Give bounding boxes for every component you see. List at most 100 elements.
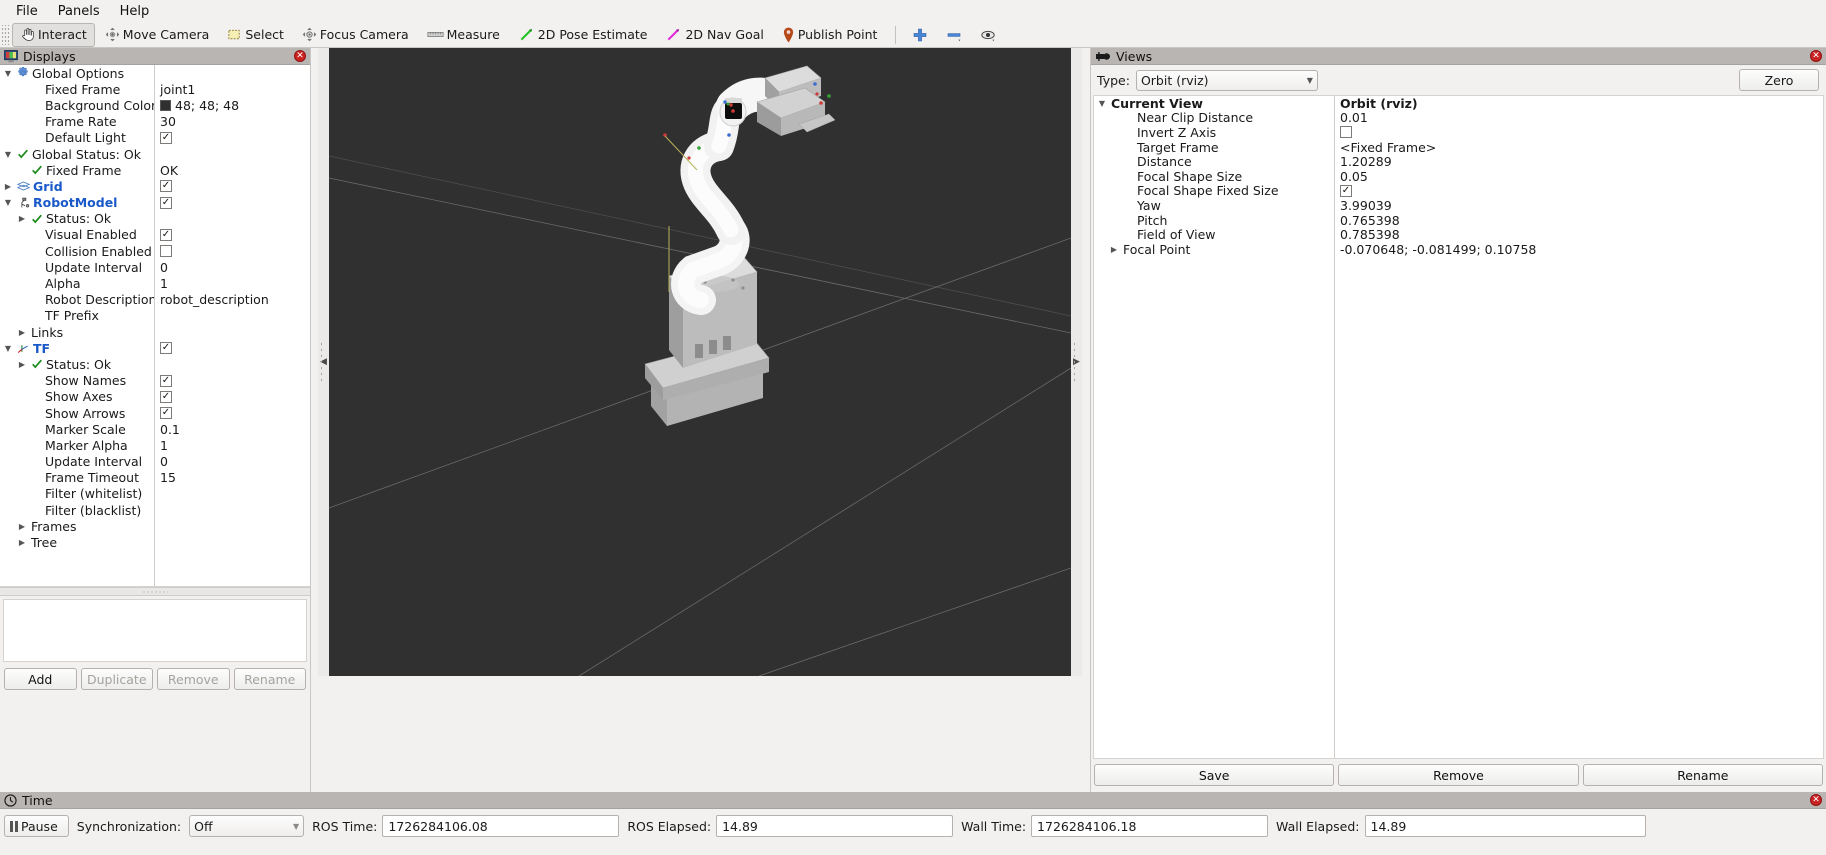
pause-button[interactable]: Pause bbox=[4, 815, 69, 837]
chevron-right-icon[interactable]: ▶ bbox=[16, 538, 28, 547]
checkbox[interactable]: ✓ bbox=[160, 131, 172, 144]
checkbox[interactable]: ✓ bbox=[160, 180, 172, 193]
3d-viewport[interactable] bbox=[329, 48, 1071, 676]
tool-remove-panel[interactable] bbox=[938, 23, 970, 47]
display-property-row[interactable]: Collision Enabled bbox=[0, 243, 310, 259]
display-property-row[interactable]: Default Light ✓ bbox=[0, 130, 310, 146]
display-property-row[interactable]: Update Interval 0 bbox=[0, 454, 310, 470]
checkbox[interactable]: ✓ bbox=[160, 374, 172, 387]
display-property-row[interactable]: ▶ Frames bbox=[0, 518, 310, 534]
chevron-right-icon[interactable]: ▶ bbox=[16, 328, 28, 337]
close-icon[interactable]: ✕ bbox=[1810, 50, 1822, 62]
display-property-row[interactable]: Show Arrows ✓ bbox=[0, 405, 310, 421]
view-property-value-cell[interactable]: 0.05 bbox=[1334, 169, 1368, 184]
display-property-row[interactable]: Marker Alpha 1 bbox=[0, 437, 310, 453]
chevron-down-icon[interactable]: ▼ bbox=[2, 150, 14, 159]
add-button[interactable]: Add bbox=[4, 668, 77, 690]
display-property-row[interactable]: ▶ Links bbox=[0, 324, 310, 340]
tool-add-panel[interactable] bbox=[904, 23, 936, 47]
chevron-down-icon[interactable]: ▼ bbox=[2, 198, 14, 207]
view-property-row[interactable]: Target Frame <Fixed Frame> bbox=[1094, 140, 1823, 155]
chevron-right-icon[interactable]: ▶ bbox=[2, 182, 14, 191]
views-save-button[interactable]: Save bbox=[1094, 764, 1335, 786]
checkbox[interactable] bbox=[160, 245, 172, 258]
time-field-input[interactable]: 1726284106.08 bbox=[382, 815, 620, 837]
property-value-cell[interactable]: robot_description bbox=[154, 292, 269, 307]
display-property-row[interactable]: Show Names ✓ bbox=[0, 373, 310, 389]
checkbox[interactable]: ✓ bbox=[160, 342, 172, 355]
view-property-row[interactable]: Focal Shape Fixed Size ✓ bbox=[1094, 183, 1823, 198]
right-dock-collapse-handle[interactable]: ▶ bbox=[1071, 48, 1082, 676]
display-property-row[interactable]: Marker Scale 0.1 bbox=[0, 421, 310, 437]
tool-move-camera[interactable]: Move Camera bbox=[97, 23, 218, 47]
property-value-cell[interactable]: ✓ bbox=[154, 180, 172, 193]
close-icon[interactable]: ✕ bbox=[294, 50, 306, 62]
tool-visibility-panel[interactable] bbox=[972, 23, 1004, 47]
chevron-right-icon[interactable]: ▶ bbox=[16, 214, 28, 223]
display-property-row[interactable]: ▼ Global Status: Ok bbox=[0, 146, 310, 162]
display-property-row[interactable]: TF Prefix bbox=[0, 308, 310, 324]
view-property-row[interactable]: Focal Shape Size 0.05 bbox=[1094, 169, 1823, 184]
checkbox[interactable]: ✓ bbox=[160, 407, 172, 420]
menu-item-file[interactable]: File bbox=[6, 2, 48, 21]
property-value-cell[interactable]: ✓ bbox=[154, 374, 172, 387]
checkbox[interactable]: ✓ bbox=[1340, 184, 1352, 197]
menu-item-panels[interactable]: Panels bbox=[48, 2, 110, 21]
display-property-row[interactable]: ▶ Status: Ok bbox=[0, 211, 310, 227]
property-value-cell[interactable]: ✓ bbox=[154, 342, 172, 355]
property-value-cell[interactable]: 1 bbox=[154, 276, 168, 291]
displays-column-separator[interactable] bbox=[154, 65, 155, 586]
tool-interact[interactable]: Interact bbox=[12, 22, 95, 47]
property-value-cell[interactable]: 1 bbox=[154, 438, 168, 453]
left-dock-collapse-handle[interactable]: ◀ bbox=[318, 48, 329, 676]
display-property-row[interactable]: ▼ RobotModel ✓ bbox=[0, 195, 310, 211]
property-value-cell[interactable]: joint1 bbox=[154, 82, 195, 97]
property-value-cell[interactable]: ✓ bbox=[154, 228, 172, 241]
property-value-cell[interactable]: ✓ bbox=[154, 390, 172, 403]
display-property-row[interactable]: ▼ Global Options bbox=[0, 65, 310, 81]
view-property-value-cell[interactable]: 0.01 bbox=[1334, 110, 1368, 125]
tool-2d-nav-goal[interactable]: 2D Nav Goal bbox=[657, 23, 771, 47]
time-field-input[interactable]: 14.89 bbox=[716, 815, 954, 837]
view-property-value-cell[interactable]: 0.765398 bbox=[1334, 213, 1400, 228]
time-field-input[interactable]: 14.89 bbox=[1364, 815, 1646, 837]
property-value-cell[interactable] bbox=[154, 245, 172, 258]
property-value-cell[interactable]: ✓ bbox=[154, 131, 172, 144]
property-value-cell[interactable]: ✓ bbox=[154, 407, 172, 420]
close-icon[interactable]: ✕ bbox=[1810, 794, 1822, 806]
tool-select[interactable]: Select bbox=[219, 23, 292, 47]
display-property-row[interactable]: Fixed Frame joint1 bbox=[0, 81, 310, 97]
chevron-down-icon[interactable]: ▼ bbox=[2, 344, 14, 353]
chevron-right-icon[interactable]: ▶ bbox=[1108, 245, 1120, 254]
view-property-row[interactable]: Invert Z Axis bbox=[1094, 125, 1823, 140]
display-property-row[interactable]: ▶ Tree bbox=[0, 534, 310, 550]
property-value-cell[interactable]: OK bbox=[154, 163, 178, 178]
view-property-value-cell[interactable]: Orbit (rviz) bbox=[1334, 96, 1418, 111]
view-property-row[interactable]: Pitch 0.765398 bbox=[1094, 213, 1823, 228]
displays-splitter[interactable] bbox=[0, 587, 310, 596]
display-property-row[interactable]: Robot Description robot_description bbox=[0, 292, 310, 308]
view-property-value-cell[interactable]: 1.20289 bbox=[1334, 154, 1392, 169]
property-value-cell[interactable]: ✓ bbox=[154, 196, 172, 209]
view-property-row[interactable]: ▼ Current View Orbit (rviz) bbox=[1094, 96, 1823, 111]
view-property-row[interactable]: Distance 1.20289 bbox=[1094, 154, 1823, 169]
property-value-cell[interactable]: 0 bbox=[154, 454, 168, 469]
toolbar-grip[interactable] bbox=[2, 24, 10, 45]
view-property-row[interactable]: ▶ Focal Point -0.070648; -0.081499; 0.1075… bbox=[1094, 242, 1823, 257]
chevron-right-icon[interactable]: ▶ bbox=[16, 522, 28, 531]
display-property-row[interactable]: ▶ Grid ✓ bbox=[0, 178, 310, 194]
display-property-row[interactable]: ▶ Status: Ok bbox=[0, 356, 310, 372]
time-field-input[interactable]: 1726284106.18 bbox=[1031, 815, 1269, 837]
views-property-tree[interactable]: ▼ Current View Orbit (rviz) Near Clip Dista… bbox=[1093, 95, 1824, 759]
chevron-right-icon[interactable]: ▶ bbox=[16, 360, 28, 369]
tool-publish-point[interactable]: Publish Point bbox=[774, 23, 886, 47]
display-property-row[interactable]: Filter (whitelist) bbox=[0, 486, 310, 502]
display-property-row[interactable]: Frame Timeout 15 bbox=[0, 470, 310, 486]
view-property-row[interactable]: Field of View 0.785398 bbox=[1094, 227, 1823, 242]
view-property-row[interactable]: Yaw 3.99039 bbox=[1094, 198, 1823, 213]
display-property-row[interactable]: Visual Enabled ✓ bbox=[0, 227, 310, 243]
view-type-select[interactable]: Orbit (rviz) ▼ bbox=[1135, 69, 1318, 91]
display-property-row[interactable]: Frame Rate 30 bbox=[0, 114, 310, 130]
property-value-cell[interactable]: 0 bbox=[154, 260, 168, 275]
displays-tree[interactable]: ▼ Global Options Fixed Frame joint1 Backgrou… bbox=[0, 65, 310, 587]
